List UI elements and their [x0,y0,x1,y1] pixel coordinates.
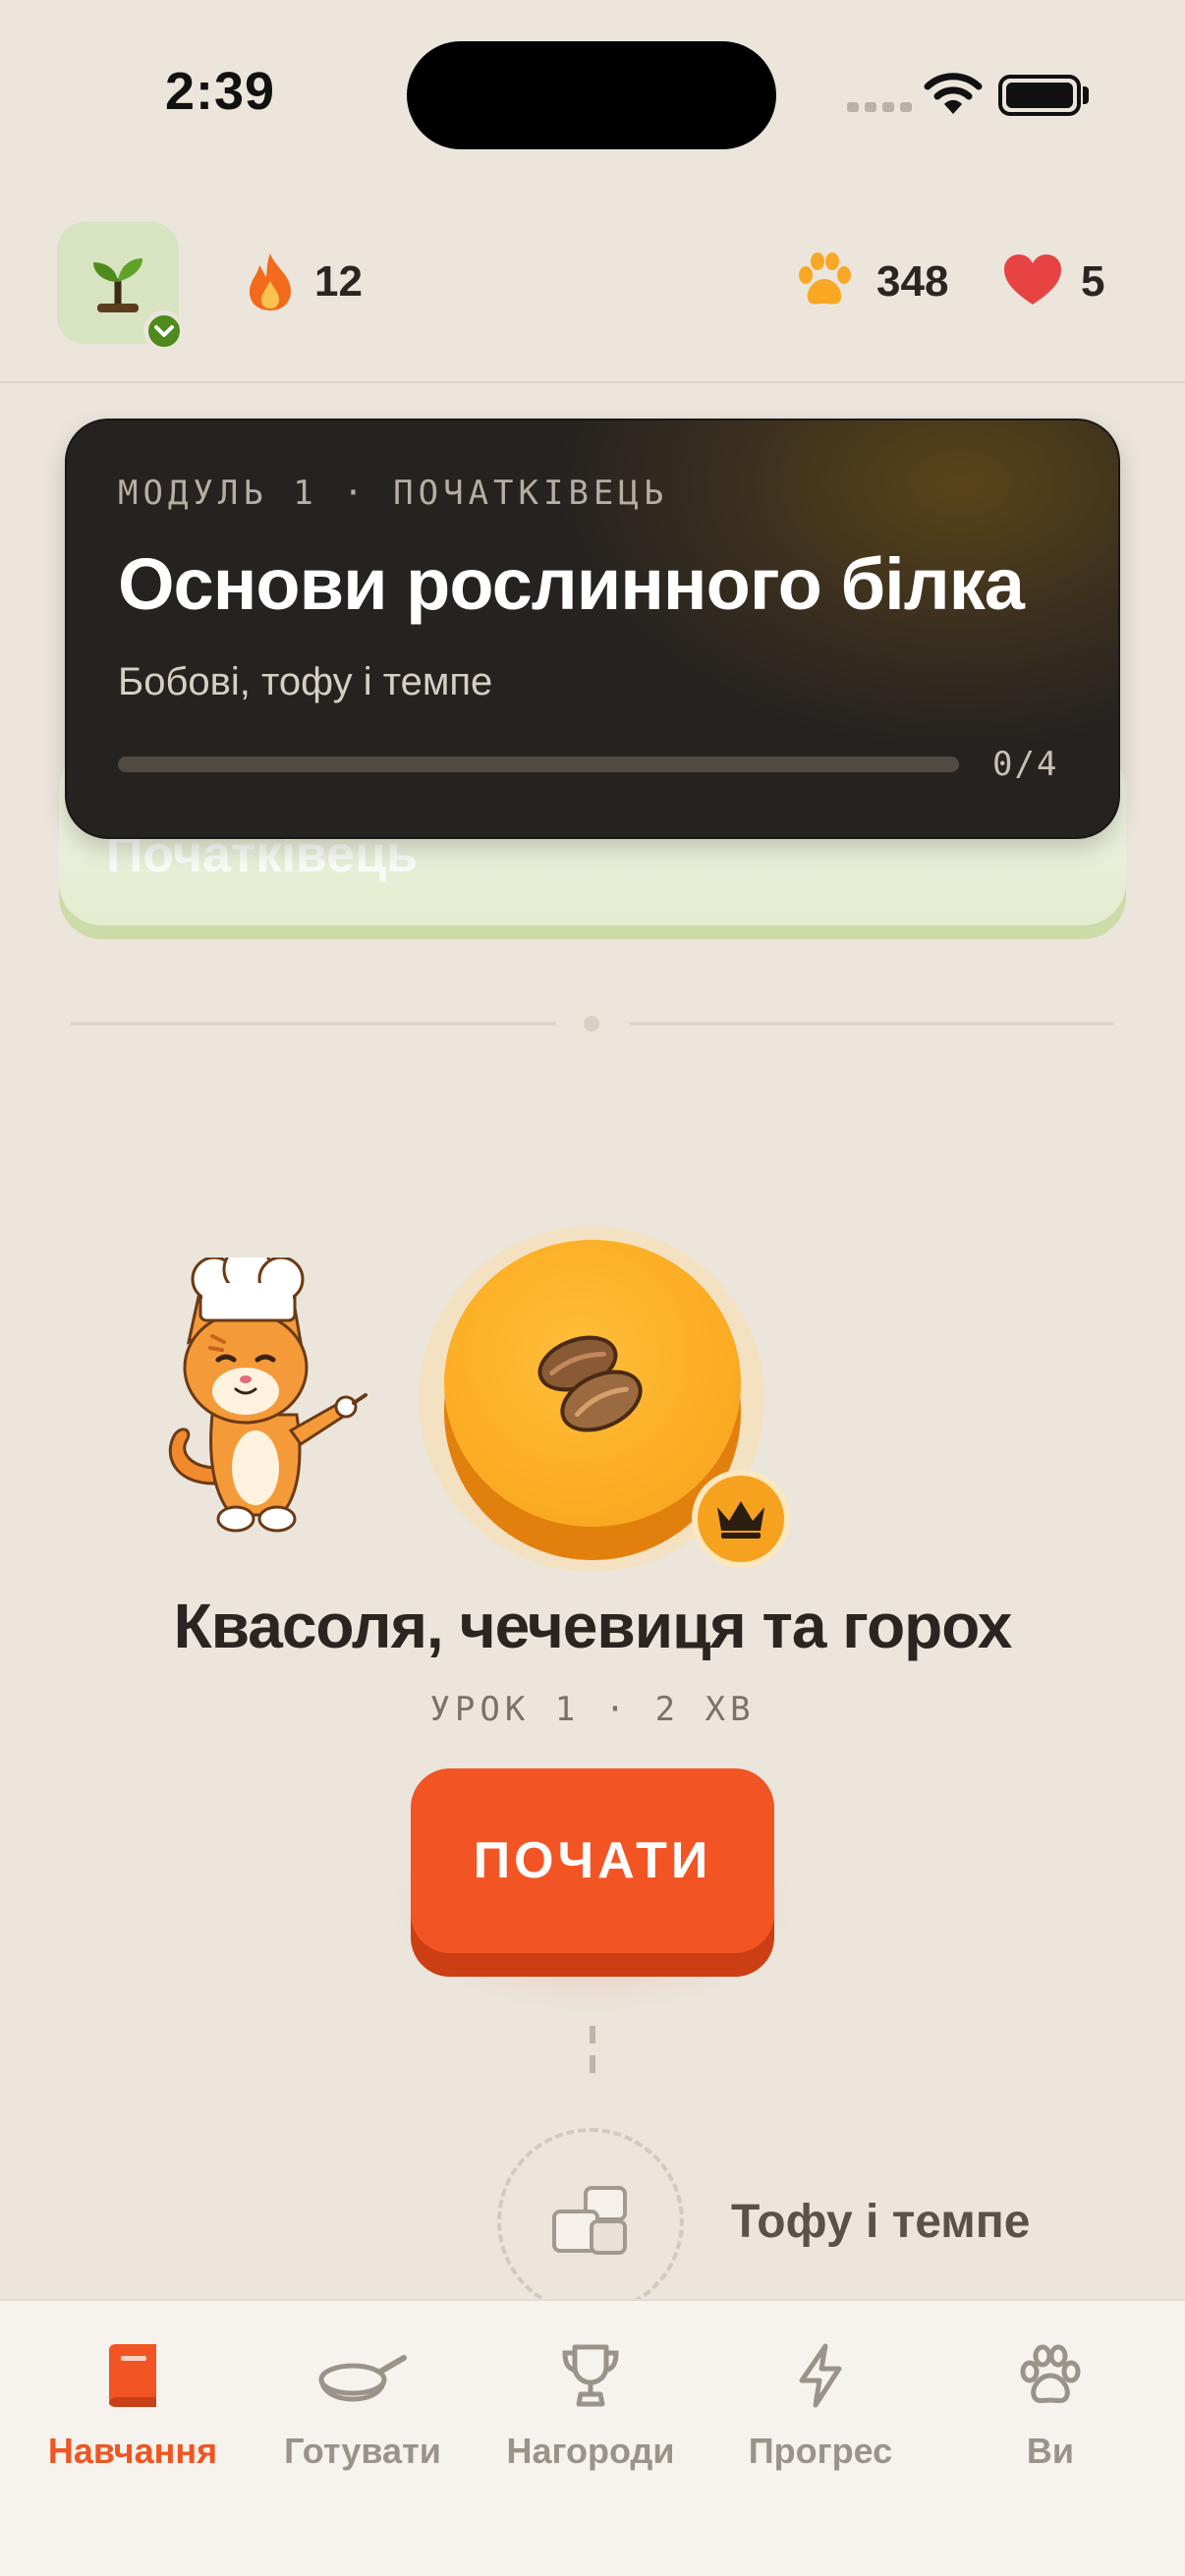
module-progress-bar [118,756,959,772]
tab-rewards-label: Нагороди [506,2431,675,2471]
module-progress-text: 0/4 [992,745,1059,784]
start-lesson-button[interactable]: ПОЧАТИ [411,1768,774,1953]
lesson-title: Квасоля, чечевиця та горох [173,1591,1013,1661]
tofu-icon [552,2186,627,2255]
module-title: Основи рослинного білка [118,543,1025,625]
lesson-meta: УРОК 1 · 2 ХВ [429,1690,756,1729]
cellular-signal-icon [847,102,912,112]
tab-learn[interactable]: Навчання [20,2338,246,2472]
wifi-icon [924,71,983,121]
pan-icon [317,2338,408,2413]
tab-profile[interactable]: Ви [937,2338,1163,2472]
tab-learn-label: Навчання [47,2431,218,2471]
crown-icon [717,1501,764,1539]
section-divider-dot [584,1016,599,1032]
battery-tip [1083,86,1089,104]
beans-icon [537,1335,643,1432]
tab-rewards[interactable]: Нагороди [478,2338,704,2472]
tab-progress[interactable]: Прогрес [707,2338,933,2472]
streak-count: 12 [314,257,363,306]
sprout-icon [93,258,142,312]
trophy-icon [561,2338,620,2413]
chef-cat-mascot [153,1244,369,1547]
hearts-count: 5 [1081,257,1105,306]
next-lesson-label: Тофу і темпе [731,2196,1031,2248]
module-subtitle: Бобові, тофу і темпе [118,660,493,703]
status-time: 2:39 [165,62,276,121]
bolt-icon [796,2338,845,2413]
check-icon [143,310,185,352]
tab-progress-label: Прогрес [748,2431,893,2471]
crown-badge [692,1470,790,1568]
lesson-node-button[interactable] [444,1240,741,1527]
section-divider-left [71,1022,556,1026]
battery-icon [998,75,1081,116]
paw-icon [1018,2338,1083,2413]
module-kicker: МОДУЛЬ 1 · ПОЧАТКІВЕЦЬ [118,474,669,513]
dynamic-island [407,41,776,149]
heart-icon [1002,253,1063,311]
path-connector [590,2026,595,2075]
tab-cook[interactable]: Готувати [250,2338,476,2472]
tab-cook-label: Готувати [284,2431,441,2471]
tab-profile-label: Ви [1026,2431,1075,2471]
section-divider-right [629,1022,1114,1026]
paw-icon [794,250,855,315]
flame-icon [246,252,295,317]
paws-count: 348 [876,257,949,306]
book-icon [103,2338,162,2413]
next-lesson-node[interactable] [497,2128,684,2315]
header-divider [0,381,1185,383]
